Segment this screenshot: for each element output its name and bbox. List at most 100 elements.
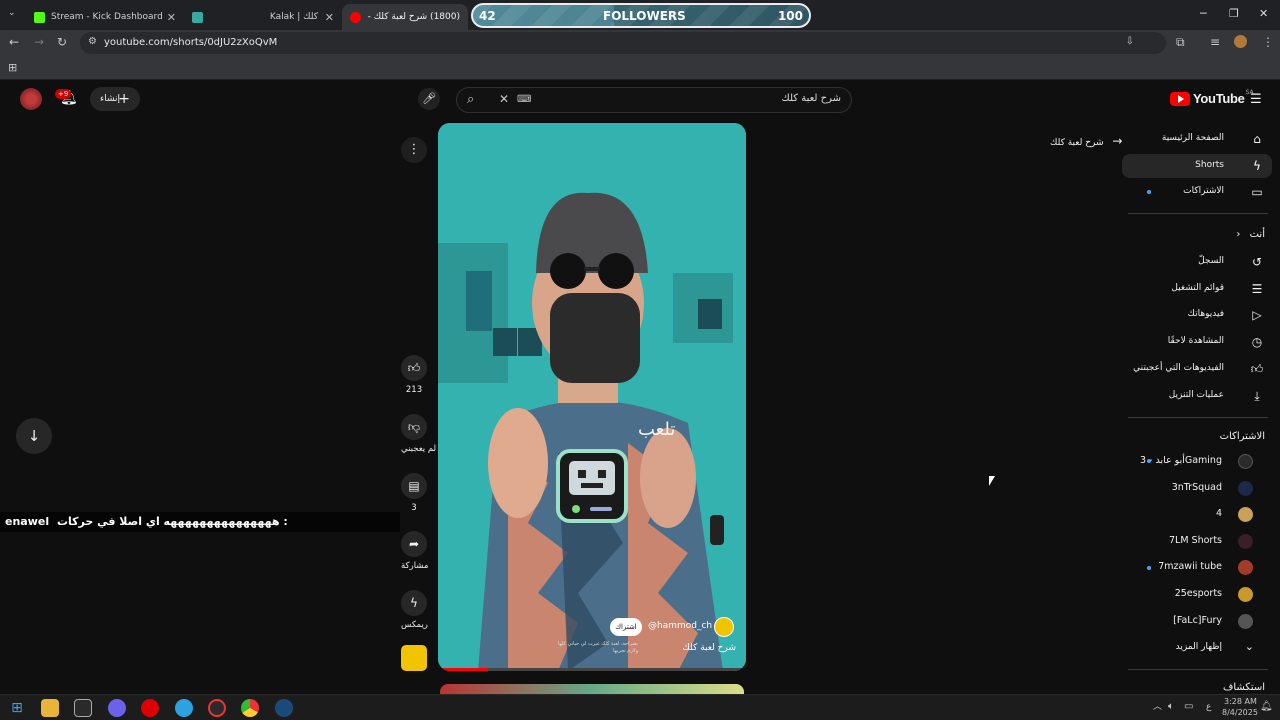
forward-icon[interactable]: → <box>34 36 44 48</box>
steam-icon[interactable] <box>275 699 293 717</box>
more-options-icon[interactable]: ⋮ <box>401 137 427 163</box>
address-bar[interactable]: ⚙ youtube.com/shorts/0dJU2zXoQvM ⇩ <box>80 32 1166 54</box>
youtube-favicon-icon <box>350 11 361 23</box>
sidebar-item-playlists[interactable]: ☰ قوائم التشغيل <box>1122 277 1272 301</box>
menu-dots-icon[interactable]: ⋮ <box>1262 36 1274 48</box>
clear-search-icon[interactable]: ✕ <box>499 93 509 105</box>
subscription-item[interactable]: 4 <box>1130 505 1270 525</box>
subscription-item[interactable]: 3nTrSquad <box>1130 479 1270 499</box>
like-count: 213 <box>405 385 423 395</box>
display-icon[interactable]: ▭ <box>1184 702 1193 712</box>
next-short-preview[interactable] <box>440 684 744 694</box>
sidebar-item-downloads[interactable]: ⤓ عمليات التنزيل <box>1122 384 1272 408</box>
sidebar-item-shorts[interactable]: ϟ Shorts <box>1122 154 1272 178</box>
show-more-button[interactable]: ⌄ إظهار المزيد <box>1130 638 1270 658</box>
sidebar-item-label: Shorts <box>1195 160 1224 170</box>
close-window-icon[interactable]: ✕ <box>1259 7 1268 20</box>
subscription-item[interactable]: 7LM Shorts <box>1130 532 1270 552</box>
tab-title: Kalak | كلك <box>269 12 318 22</box>
sidebar-you-header[interactable]: أنت ‹ <box>1236 229 1265 240</box>
share-button[interactable]: ➦ مشاركة <box>401 531 429 571</box>
scroll-down-button[interactable]: ↓ <box>16 418 52 454</box>
create-label: إنشاء <box>100 94 121 104</box>
back-to-results-link[interactable]: → شرح لعبة كلك <box>1050 134 1122 148</box>
tab-list-icon[interactable]: ⌄ <box>8 9 16 18</box>
site-info-icon[interactable]: ⚙ <box>88 37 97 47</box>
comments-button[interactable]: ▤ 3 <box>401 473 427 513</box>
subscription-item[interactable]: أبو عابد - 3Gaming <box>1130 452 1270 472</box>
profile-icon[interactable] <box>1234 35 1247 48</box>
sidebar-item-history[interactable]: ↺ السجلّ <box>1122 250 1272 274</box>
back-link-label: شرح لعبة كلك <box>1050 138 1104 148</box>
extensions-icon[interactable]: ⧉ <box>1176 36 1185 48</box>
like-button[interactable]: 👍︎ 213 <box>401 355 427 395</box>
chat-username: enawel <box>5 515 50 528</box>
windows-start-icon[interactable]: ⊞ <box>8 699 26 717</box>
user-avatar[interactable] <box>20 88 42 110</box>
sidebar-item-subscriptions[interactable]: ▭ الاشتراكات <box>1122 180 1272 204</box>
channel-name: 4 <box>1215 508 1222 519</box>
remix-button[interactable]: ϟ ريمكس <box>401 590 428 630</box>
followers-goal: 100 <box>777 9 803 23</box>
share-label: مشاركة <box>401 561 429 571</box>
subscription-item[interactable]: [FaLc]Fury <box>1130 612 1270 632</box>
tab-kick-dashboard[interactable]: Stream - Kick Dashboard ✕ <box>26 4 182 30</box>
sidebar-item-label: عمليات التنزيل <box>1168 390 1224 400</box>
sidebar-item-liked[interactable]: 👍︎ الفيديوهات التي أعجبتني <box>1122 357 1272 381</box>
sidebar-item-home[interactable]: ⌂ الصفحة الرئيسية <box>1122 127 1272 151</box>
telegram-icon[interactable] <box>175 699 193 717</box>
notifications-icon[interactable]: 🔔︎ <box>1260 702 1273 712</box>
minimize-icon[interactable]: ─ <box>1200 7 1207 20</box>
create-button[interactable]: إنشاء + <box>90 87 140 111</box>
chrome-icon[interactable] <box>241 699 259 717</box>
search-box[interactable]: ⌕ ✕ ⌨ شرح لعبة كلك <box>456 87 852 113</box>
sidebar-item-label: الفيديوهات التي أعجبتني <box>1133 363 1224 373</box>
reload-icon[interactable]: ↻ <box>57 36 67 48</box>
search-icon[interactable]: ⌕ <box>467 93 474 106</box>
sidebar-item-your-videos[interactable]: ▷ فيديوهاتك <box>1122 303 1272 327</box>
subscribe-button[interactable]: اشتراك <box>610 618 642 636</box>
tray-chevron-icon[interactable]: ︿ <box>1153 703 1162 712</box>
browser-tab-strip: ⌄ Stream - Kick Dashboard ✕ Kalak | كلك … <box>0 0 1280 30</box>
dislike-button[interactable]: 👎︎ لم يعجبني <box>401 414 436 454</box>
sound-thumbnail[interactable] <box>401 645 427 671</box>
language-indicator[interactable]: ع <box>1206 703 1211 712</box>
youtube-app-icon[interactable] <box>141 699 159 717</box>
maximize-icon[interactable]: ❐ <box>1229 7 1239 20</box>
short-title[interactable]: شرح لعبة كلك <box>682 643 736 653</box>
subscription-item[interactable]: 7mzawii tube <box>1130 558 1270 578</box>
like-icon: 👍︎ <box>401 355 427 381</box>
sidebar-item-watch-later[interactable]: ◷ المشاهدة لاحقًا <box>1122 330 1272 354</box>
back-icon[interactable]: ← <box>9 36 19 48</box>
youtube-logo[interactable]: YouTube SA <box>1170 89 1254 106</box>
volume-icon[interactable]: 🔈︎ <box>1168 702 1174 712</box>
discord-icon[interactable] <box>108 699 126 717</box>
keyboard-icon[interactable]: ⌨ <box>517 95 531 105</box>
tab-kalak[interactable]: Kalak | كلك ✕ <box>250 4 340 30</box>
obs-icon[interactable] <box>208 699 226 717</box>
clock-date[interactable]: 8/4/2025 <box>1222 709 1258 717</box>
tab-close-icon[interactable]: ✕ <box>167 11 176 24</box>
arrow-right-icon: → <box>1112 134 1123 148</box>
tab-close-icon[interactable]: ✕ <box>325 11 334 24</box>
voice-search-icon[interactable]: 🎤︎ <box>418 88 440 110</box>
tab-youtube[interactable]: (1800) شرح لعبة كلك - YouTube <box>342 4 468 30</box>
channel-name: 7LM Shorts <box>1169 535 1222 546</box>
search-input[interactable]: شرح لعبة كلك <box>782 93 841 104</box>
hamburger-menu-icon[interactable]: ☰ <box>1250 92 1262 107</box>
channel-handle[interactable]: @hammod_ch <box>648 621 712 631</box>
sidebar-item-label: الصفحة الرئيسية <box>1161 133 1224 143</box>
file-explorer-icon[interactable] <box>41 699 59 717</box>
notifications-badge: +9 <box>55 89 72 99</box>
clock-time[interactable]: 3:28 AM <box>1224 698 1257 706</box>
channel-avatar[interactable] <box>714 617 734 637</box>
short-video-player[interactable]: تلعب @hammod_ch اشتراك شرح لعبة كلك بصرا… <box>438 123 746 671</box>
media-icon[interactable]: ≡ <box>1210 36 1220 48</box>
subscription-item[interactable]: 25esports <box>1130 585 1270 605</box>
tab-title: (1800) شرح لعبة كلك - YouTube <box>367 12 460 22</box>
install-app-icon[interactable]: ⇩ <box>1126 37 1134 47</box>
apps-grid-icon[interactable]: ⊞ <box>8 62 17 73</box>
sidebar-divider <box>1128 669 1268 670</box>
store-icon[interactable] <box>74 699 92 717</box>
download-icon: ⤓ <box>1254 389 1260 403</box>
